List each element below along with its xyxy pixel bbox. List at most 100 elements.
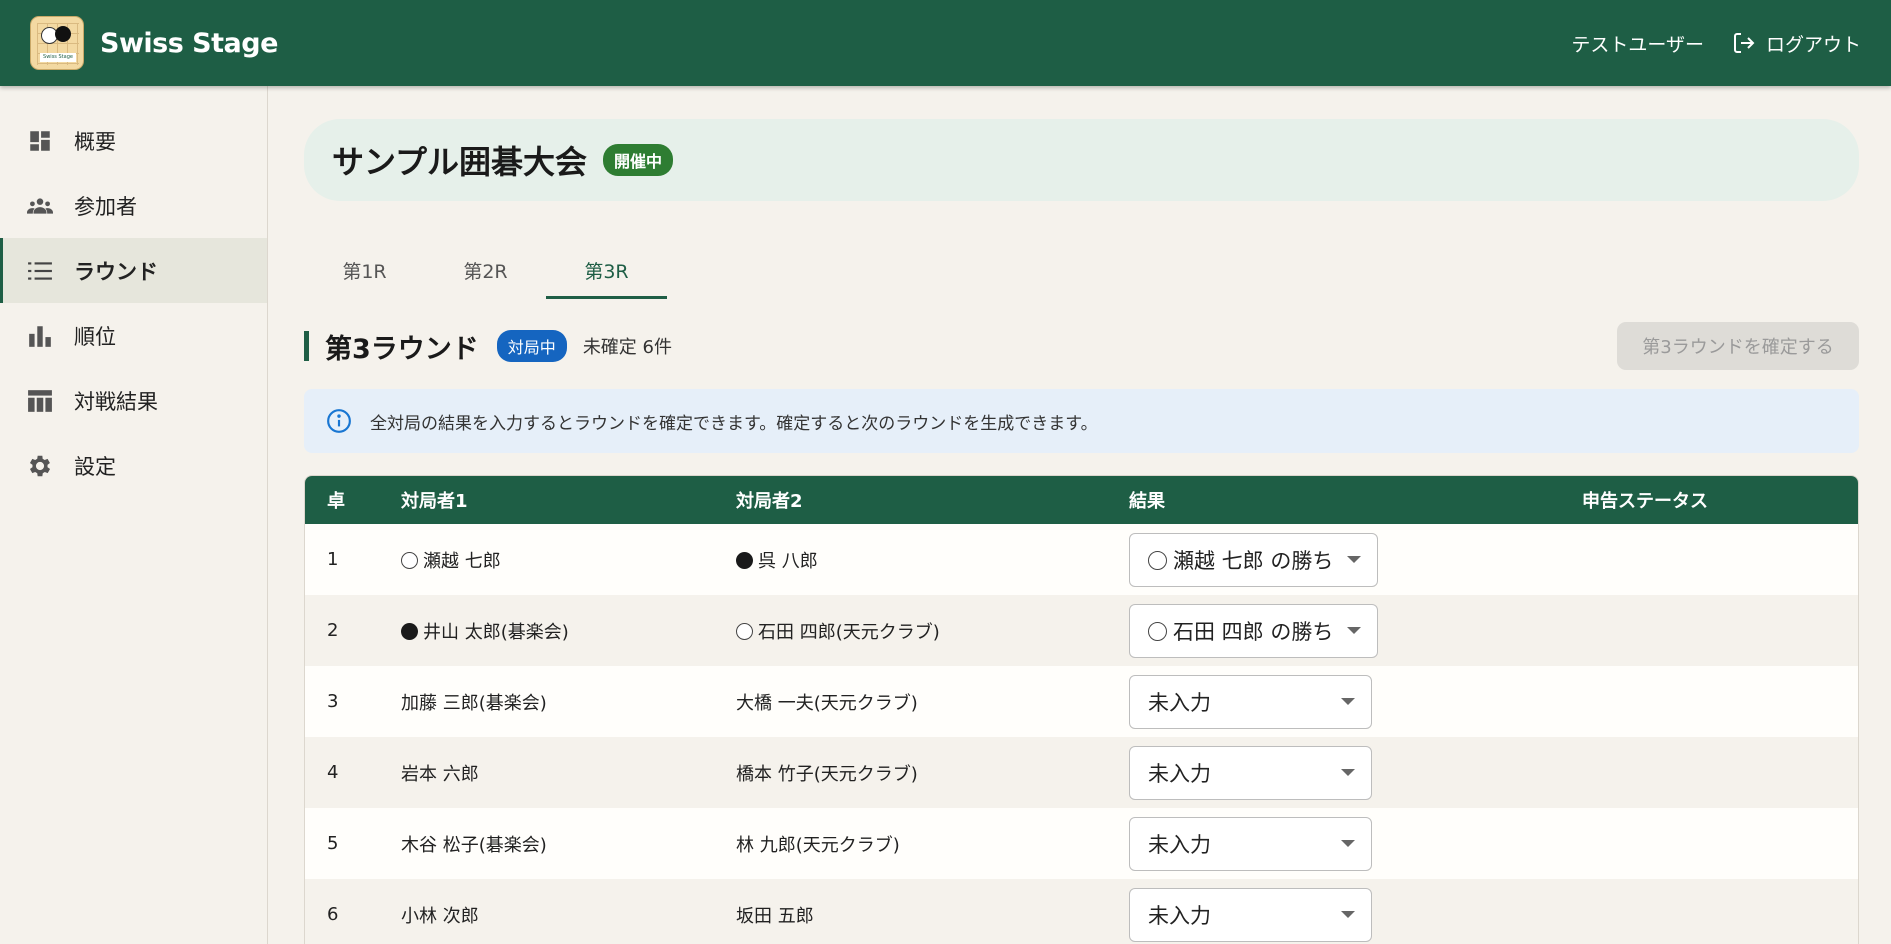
player2-name: 大橋 一夫(天元クラブ) <box>736 692 918 714</box>
dropdown-arrow-icon <box>1347 627 1361 634</box>
sidebar-item-settings[interactable]: 設定 <box>0 433 267 498</box>
player1-name: 加藤 三郎(碁楽会) <box>401 692 547 714</box>
sidebar-item-label: ラウンド <box>74 259 158 284</box>
cell-result: 瀬越 七郎 の勝ち <box>1129 532 1582 587</box>
tab-round-3[interactable]: 第3R <box>546 237 667 299</box>
main-content: サンプル囲碁大会 開催中 第1R 第2R 第3R 第3ラウンド 対局中 未確定 … <box>304 86 1859 944</box>
sidebar-item-label: 順位 <box>74 324 116 349</box>
round-status-badge: 対局中 <box>496 330 567 362</box>
cell-table-number: 6 <box>305 904 401 925</box>
sidebar-item-label: 概要 <box>74 129 116 154</box>
cell-player1: 井山 太郎(碁楽会) <box>401 618 736 644</box>
table-row: 2 井山 太郎(碁楽会) 石田 四郎(天元クラブ) 石田 四郎 の勝ち <box>305 595 1858 666</box>
round-header: 第3ラウンド 対局中 未確定 6件 第3ラウンドを確定する <box>304 322 1859 370</box>
player2-name: 呉 八郎 <box>758 550 818 572</box>
cell-player2: 大橋 一夫(天元クラブ) <box>736 689 1129 715</box>
header-status: 申告ステータス <box>1582 491 1708 512</box>
sidebar-item-rounds[interactable]: ラウンド <box>0 238 267 303</box>
cell-table-number: 2 <box>305 620 401 641</box>
page-title: サンプル囲碁大会 <box>332 143 588 181</box>
result-select[interactable]: 未入力 <box>1129 816 1372 871</box>
info-alert: 全対局の結果を入力するとラウンドを確定できます。確定すると次のラウンドを生成でき… <box>304 389 1859 453</box>
logo-text: Swiss Stage <box>40 53 76 62</box>
sidebar-item-participants[interactable]: 参加者 <box>0 173 267 238</box>
table-row: 6 小林 次郎 坂田 五郎 未入力 <box>305 879 1858 944</box>
table-row: 3 加藤 三郎(碁楽会) 大橋 一夫(天元クラブ) 未入力 <box>305 666 1858 737</box>
cell-table-number: 5 <box>305 833 401 854</box>
player2-name: 坂田 五郎 <box>736 905 814 927</box>
table-row: 5 木谷 松子(碁楽会) 林 九郎(天元クラブ) 未入力 <box>305 808 1858 879</box>
user-name[interactable]: テストユーザー <box>1571 30 1704 57</box>
result-select[interactable]: 未入力 <box>1129 674 1372 729</box>
player2-name: 林 九郎(天元クラブ) <box>736 834 900 856</box>
table-icon <box>26 387 54 415</box>
confirm-round-button[interactable]: 第3ラウンドを確定する <box>1617 322 1859 370</box>
header-player2: 対局者2 <box>736 491 803 512</box>
info-message: 全対局の結果を入力するとラウンドを確定できます。確定すると次のラウンドを生成でき… <box>370 413 1098 434</box>
result-select-value: 未入力 <box>1148 829 1211 859</box>
sidebar-item-overview[interactable]: 概要 <box>0 108 267 173</box>
black-stone-icon <box>736 551 753 569</box>
result-text: 未入力 <box>1148 761 1211 786</box>
result-select-value: 瀬越 七郎 の勝ち <box>1148 545 1333 575</box>
cell-player1: 小林 次郎 <box>401 902 736 928</box>
cell-result: 未入力 <box>1129 674 1582 729</box>
cell-player2: 橋本 竹子(天元クラブ) <box>736 760 1129 786</box>
round-accent-bar <box>304 331 309 361</box>
table-number: 3 <box>327 691 339 712</box>
sidebar-item-label: 対戦結果 <box>74 389 158 414</box>
result-text: 未入力 <box>1148 903 1211 928</box>
header-result: 結果 <box>1129 491 1165 512</box>
result-select[interactable]: 未入力 <box>1129 887 1372 942</box>
cell-result: 未入力 <box>1129 745 1582 800</box>
round-tabs: 第1R 第2R 第3R <box>304 237 1859 299</box>
result-select-value: 未入力 <box>1148 758 1211 788</box>
cell-table-number: 1 <box>305 549 401 570</box>
info-icon <box>326 408 352 434</box>
table-number: 4 <box>327 762 339 783</box>
result-select[interactable]: 瀬越 七郎 の勝ち <box>1129 532 1378 587</box>
result-text: 瀬越 七郎 の勝ち <box>1173 548 1334 573</box>
cell-result: 石田 四郎 の勝ち <box>1129 603 1582 658</box>
logout-icon <box>1732 31 1756 55</box>
sidebar-item-label: 参加者 <box>74 194 137 219</box>
player1-name: 瀬越 七郎 <box>423 550 501 572</box>
dropdown-arrow-icon <box>1347 556 1361 563</box>
result-select[interactable]: 石田 四郎 の勝ち <box>1129 603 1378 658</box>
cell-player1: 加藤 三郎(碁楽会) <box>401 689 736 715</box>
result-select[interactable]: 未入力 <box>1129 745 1372 800</box>
table-number: 6 <box>327 904 339 925</box>
tab-round-2[interactable]: 第2R <box>425 237 546 299</box>
player1-name: 岩本 六郎 <box>401 763 479 785</box>
logout-button[interactable]: ログアウト <box>1732 30 1861 57</box>
header-user-area: テストユーザー ログアウト <box>1571 30 1861 57</box>
app-title[interactable]: Swiss Stage <box>100 28 278 59</box>
black-stone-icon <box>401 622 418 640</box>
tab-round-1[interactable]: 第1R <box>304 237 425 299</box>
dropdown-arrow-icon <box>1341 840 1355 847</box>
player2-name: 石田 四郎(天元クラブ) <box>758 621 940 643</box>
header-player1: 対局者1 <box>401 491 468 512</box>
result-select-value: 未入力 <box>1148 687 1211 717</box>
table-number: 5 <box>327 833 339 854</box>
dropdown-arrow-icon <box>1341 698 1355 705</box>
logo-black-stone <box>55 26 71 42</box>
white-stone-icon <box>1148 550 1167 570</box>
sidebar-item-standings[interactable]: 順位 <box>0 303 267 368</box>
result-text: 石田 四郎 の勝ち <box>1173 619 1334 644</box>
table-body: 1 瀬越 七郎 呉 八郎 瀬越 七郎 の勝ち 2 井山 太郎(碁楽会) 石田 四郎(天元クラ… <box>305 524 1858 944</box>
cell-player2: 呉 八郎 <box>736 547 1129 573</box>
cell-player2: 石田 四郎(天元クラブ) <box>736 618 1129 644</box>
app-header: Swiss Stage Swiss Stage テストユーザー ログアウト <box>0 0 1891 86</box>
cell-table-number: 3 <box>305 691 401 712</box>
sidebar-item-results[interactable]: 対戦結果 <box>0 368 267 433</box>
result-text: 未入力 <box>1148 690 1211 715</box>
white-stone-icon <box>736 622 753 640</box>
player1-name: 井山 太郎(碁楽会) <box>423 621 569 643</box>
table-number: 2 <box>327 620 339 641</box>
cell-player2: 坂田 五郎 <box>736 902 1129 928</box>
sidebar: 概要 参加者 ラウンド 順位 対戦結果 設定 <box>0 86 268 944</box>
round-title: 第3ラウンド <box>325 333 479 365</box>
app-logo[interactable]: Swiss Stage <box>30 16 84 70</box>
result-select-value: 未入力 <box>1148 900 1211 930</box>
